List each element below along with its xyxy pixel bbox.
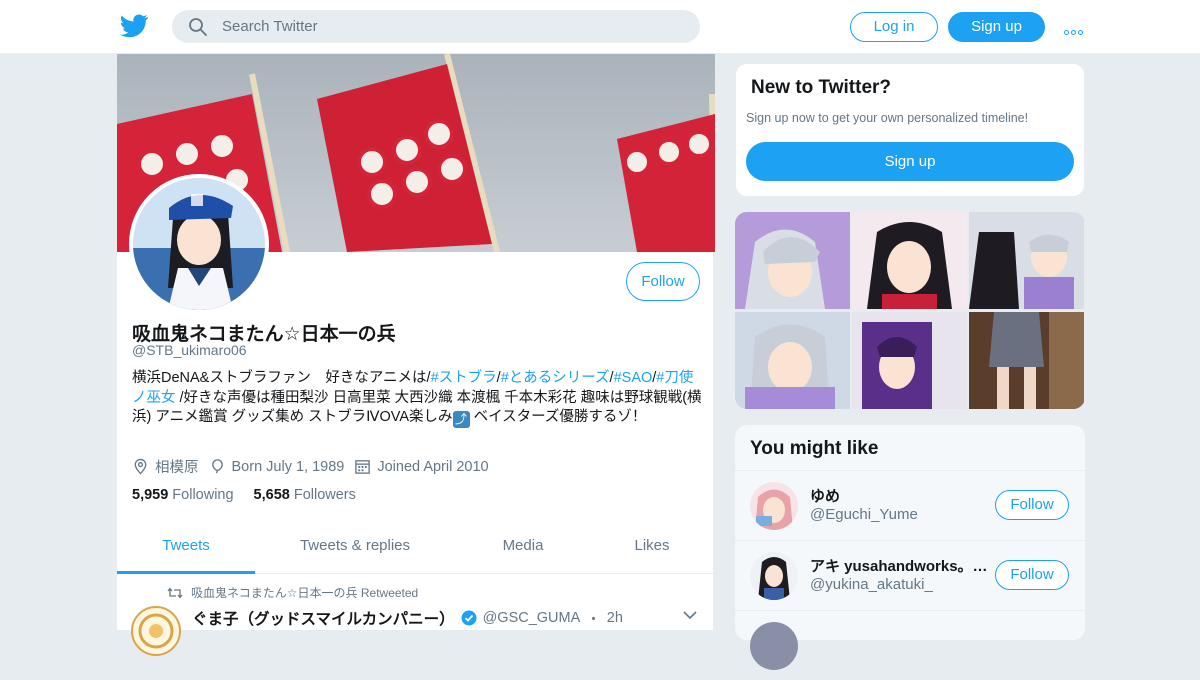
you-might-like-card: You might like ゆめ @Eguchi_Yume Follow アキ… — [735, 425, 1085, 670]
search-box[interactable] — [172, 10, 700, 43]
suggestion-row[interactable]: アキ yusahandworks。… @yukina_akatuki_ Foll… — [735, 540, 1085, 610]
suggestion-follow-button[interactable]: Follow — [995, 560, 1069, 590]
profile-avatar[interactable] — [129, 174, 269, 314]
verified-badge-icon — [461, 610, 477, 626]
profile-joined: Joined April 2010 — [377, 458, 489, 475]
location-pin-icon — [134, 458, 147, 475]
tab-likes[interactable]: Likes — [591, 524, 713, 574]
tab-tweets-replies[interactable]: Tweets & replies — [255, 524, 455, 574]
suggestion-handle: @yukina_akatuki_ — [810, 576, 933, 593]
bio-text: 横浜DeNA&ストブラファン 好きなアニメは/ — [132, 370, 431, 386]
suggestion-avatar[interactable] — [750, 622, 798, 670]
tweet-author-handle[interactable]: @GSC_GUMA — [483, 610, 581, 626]
retweet-text: 吸血鬼ネコまたん☆日本一の兵 Retweeted — [191, 586, 419, 600]
media-thumbnail[interactable] — [735, 212, 850, 309]
signup-button[interactable]: Sign up — [948, 12, 1045, 42]
profile-handle[interactable]: @STB_ukimaro06 — [132, 342, 247, 358]
login-button[interactable]: Log in — [850, 12, 938, 42]
new-to-twitter-text: Sign up now to get your own personalized… — [746, 111, 1029, 125]
profile-bio: 横浜DeNA&ストブラファン 好きなアニメは/#ストブラ/#とあるシリーズ/#S… — [132, 369, 702, 428]
more-dots-icon[interactable] — [1064, 22, 1086, 35]
suggestion-avatar[interactable] — [750, 552, 798, 600]
following-label: Following — [172, 487, 234, 503]
twitter-bird-icon[interactable] — [120, 13, 148, 39]
tweet-time[interactable]: 2h — [607, 610, 623, 626]
followers-stat[interactable]: 5,658 Followers — [254, 487, 356, 503]
hashtag-link[interactable]: #とあるシリーズ — [501, 370, 610, 386]
chevron-down-icon[interactable] — [683, 610, 697, 620]
suggestion-follow-button[interactable]: Follow — [995, 490, 1069, 520]
followers-count: 5,658 — [253, 487, 290, 503]
sidebar-signup-button[interactable]: Sign up — [746, 142, 1074, 181]
tab-tweets[interactable]: Tweets — [117, 524, 255, 574]
suggestion-row[interactable] — [735, 610, 1085, 680]
suggestion-name[interactable]: アキ yusahandworks。… — [810, 555, 988, 576]
top-navigation-bar: Log in Sign up — [0, 0, 1200, 54]
profile-birthday: Born July 1, 1989 — [231, 458, 345, 475]
hashtag-link[interactable]: #ストブラ — [431, 370, 497, 386]
profile-stats: 5,959 Following 5,658 Followers — [132, 487, 356, 503]
retweet-context: 吸血鬼ネコまたん☆日本一の兵 Retweeted — [167, 584, 418, 601]
media-grid — [735, 212, 1085, 409]
new-to-twitter-title: New to Twitter? — [751, 77, 892, 98]
new-to-twitter-card: New to Twitter? Sign up now to get your … — [735, 63, 1085, 197]
arrow-up-emoji-icon: ⤴ — [452, 411, 470, 428]
tweet-author-name[interactable]: ぐま子（グッドスマイルカンパニー） — [192, 607, 455, 629]
suggestion-row[interactable]: ゆめ @Eguchi_Yume Follow — [735, 470, 1085, 540]
followers-label: Followers — [293, 487, 356, 503]
you-might-like-title: You might like — [750, 438, 879, 459]
retweet-icon — [167, 586, 183, 599]
media-thumbnail[interactable] — [969, 312, 1084, 409]
media-thumbnail[interactable] — [852, 212, 967, 309]
media-thumbnail[interactable] — [735, 312, 850, 409]
profile-meta: 相模原 Born July 1, 1989 Joined April 2010 — [132, 456, 489, 477]
following-stat[interactable]: 5,959 Following — [132, 487, 234, 503]
profile-column: Follow 吸血鬼ネコまたん☆日本一の兵 @STB_ukimaro06 横浜D… — [116, 54, 715, 656]
search-input[interactable] — [222, 10, 682, 43]
tweet-avatar[interactable] — [131, 606, 181, 656]
bio-text: ベイスターズ優勝するゾ！ — [469, 409, 647, 425]
media-thumbnail[interactable] — [852, 312, 967, 409]
following-count: 5,959 — [132, 487, 169, 503]
tweet-separator: ・ — [586, 611, 601, 628]
search-icon — [189, 18, 207, 36]
balloon-icon — [211, 459, 223, 474]
profile-tabs: Tweets Tweets & replies Media Likes — [117, 524, 715, 574]
media-thumbnail[interactable] — [969, 212, 1084, 309]
tab-media[interactable]: Media — [455, 524, 591, 574]
follow-button[interactable]: Follow — [626, 262, 700, 301]
hashtag-link[interactable]: #SAO — [614, 370, 653, 386]
profile-location: 相模原 — [155, 460, 199, 476]
tweet-header: ぐま子（グッドスマイルカンパニー） @GSC_GUMA ・ 2h — [192, 607, 623, 629]
suggestion-handle: @Eguchi_Yume — [810, 506, 918, 523]
suggestion-avatar[interactable] — [750, 482, 798, 530]
suggestion-name[interactable]: ゆめ — [810, 485, 840, 506]
calendar-icon — [355, 460, 371, 474]
